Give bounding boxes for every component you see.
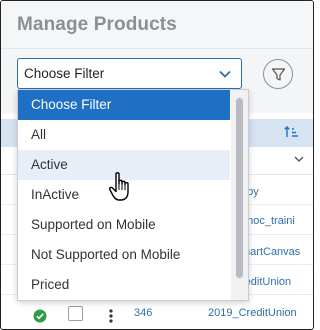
table-row-link[interactable]: dhoc_traini: [241, 215, 313, 227]
manage-products-panel: Manage Products Choose Filter opy dhoc_t…: [0, 0, 314, 330]
option-label: All: [31, 127, 47, 142]
chevron-down-icon[interactable]: [293, 153, 305, 165]
filter-option-choose-filter[interactable]: Choose Filter: [18, 90, 230, 120]
kebab-icon[interactable]: [105, 307, 117, 325]
filter-option-priced[interactable]: Priced: [18, 270, 230, 300]
filter-option-all[interactable]: All: [18, 120, 230, 150]
scrollbar-thumb[interactable]: [236, 98, 243, 278]
filter-select[interactable]: Choose Filter: [17, 58, 242, 89]
filter-select-value: Choose Filter: [24, 66, 105, 81]
page-title: Manage Products: [17, 14, 177, 35]
option-label: Priced: [31, 277, 70, 292]
option-label: Supported on Mobile: [31, 217, 156, 232]
filter-option-not-supported-on-mobile[interactable]: Not Supported on Mobile: [18, 240, 230, 270]
row-checkbox[interactable]: [68, 306, 83, 321]
option-label: Choose Filter: [31, 97, 112, 112]
table-row: 346 2019_CreditUnion: [1, 297, 313, 327]
table-row-link[interactable]: martCanvas: [241, 246, 313, 258]
product-name-link[interactable]: 2019_CreditUnion: [208, 307, 311, 319]
table-row-link[interactable]: reditUnion: [241, 276, 313, 288]
check-circle-icon: [33, 309, 47, 323]
option-label: Not Supported on Mobile: [31, 247, 181, 262]
option-label: InActive: [31, 187, 80, 202]
filter-button[interactable]: [263, 59, 293, 89]
hand-cursor-icon: [108, 172, 129, 201]
filter-icon: [271, 68, 286, 81]
sort-ascending-icon[interactable]: [283, 124, 299, 140]
product-id-link[interactable]: 346: [134, 307, 152, 319]
panel-header: Manage Products: [1, 1, 313, 49]
dropdown-scrollbar[interactable]: [231, 90, 248, 300]
chevron-down-icon: [219, 70, 231, 78]
filter-option-supported-on-mobile[interactable]: Supported on Mobile: [18, 210, 230, 240]
option-label: Active: [31, 157, 68, 172]
table-row-link[interactable]: opy: [241, 186, 311, 198]
